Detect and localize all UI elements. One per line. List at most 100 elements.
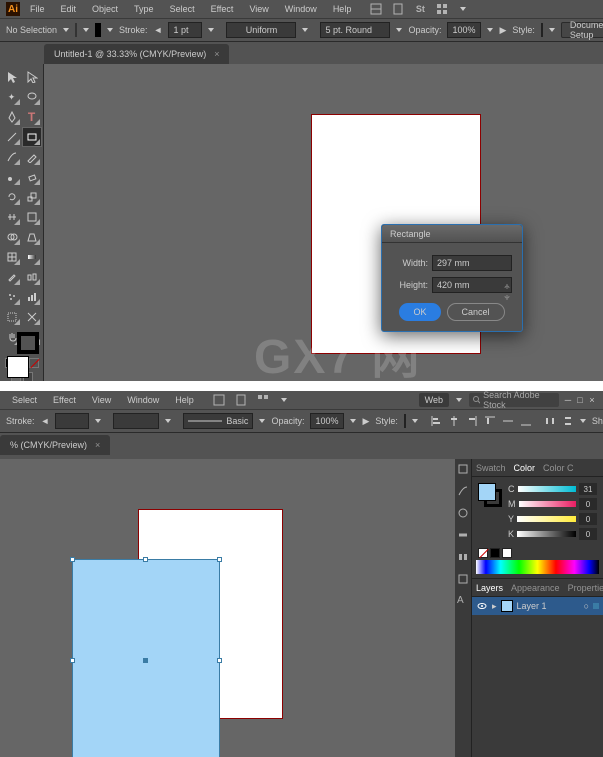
stroke-dropdown-icon[interactable] — [107, 23, 113, 37]
m-value[interactable]: 0 — [579, 498, 597, 510]
center-handle[interactable] — [143, 658, 148, 663]
layout-icon[interactable] — [212, 393, 226, 407]
profile-select[interactable] — [113, 413, 159, 429]
k-slider[interactable] — [517, 531, 576, 537]
menu-view[interactable]: View — [243, 2, 274, 16]
color-spectrum[interactable] — [476, 560, 599, 574]
menu-help[interactable]: Help — [327, 2, 358, 16]
menu-effect[interactable]: Effect — [47, 393, 82, 407]
rotate-tool-icon[interactable] — [3, 188, 21, 206]
style-swatch[interactable] — [404, 414, 406, 428]
layer-name[interactable]: Layer 1 — [517, 601, 547, 611]
stroke-weight-dropdown-icon[interactable] — [208, 23, 214, 37]
tab-layers[interactable]: Layers — [476, 583, 503, 593]
search-input[interactable]: Search Adobe Stock — [469, 393, 559, 407]
next-icon[interactable]: ▶ — [362, 413, 369, 429]
resize-handle-tl[interactable] — [70, 557, 75, 562]
brush-select[interactable]: 5 pt. Round — [320, 22, 390, 38]
opacity-input[interactable]: 100% — [310, 413, 344, 429]
dock-brushes-icon[interactable] — [457, 485, 469, 497]
dialog-title[interactable]: Rectangle — [382, 225, 522, 243]
close-tab-icon[interactable]: × — [214, 49, 219, 59]
selection-tool-icon[interactable] — [3, 68, 21, 86]
stroke-weight-input[interactable]: 1 pt — [168, 22, 202, 38]
menu-help[interactable]: Help — [169, 393, 200, 407]
tab-appearance[interactable]: Appearance — [511, 583, 560, 593]
grid-icon[interactable] — [435, 2, 449, 16]
align-bottom-icon[interactable] — [520, 413, 532, 429]
doc-icon[interactable] — [234, 393, 248, 407]
align-hcenter-icon[interactable] — [448, 413, 460, 429]
workspace-dropdown-icon[interactable] — [278, 393, 290, 407]
k-value[interactable]: 0 — [579, 528, 597, 540]
brush-dropdown-icon[interactable] — [396, 23, 402, 37]
type-tool-icon[interactable]: T — [23, 108, 41, 126]
fill-dropdown-icon[interactable] — [83, 23, 89, 37]
workspace-dropdown-icon[interactable] — [457, 2, 469, 16]
tab-color[interactable]: Color — [514, 463, 536, 473]
c-value[interactable]: 31 — [579, 483, 597, 495]
align-top-icon[interactable] — [484, 413, 496, 429]
eraser-tool-icon[interactable] — [23, 168, 41, 186]
layout-icon[interactable] — [369, 2, 383, 16]
document-setup-button[interactable]: Document Setup — [561, 22, 603, 38]
mesh-tool-icon[interactable] — [3, 248, 21, 266]
stroke-dropdown-icon[interactable] — [95, 414, 101, 428]
resize-handle-ml[interactable] — [70, 658, 75, 663]
line-tool-icon[interactable] — [3, 128, 21, 146]
document-tab[interactable]: % (CMYK/Preview) × — [0, 435, 110, 455]
constrain-link-icon[interactable] — [500, 277, 514, 307]
opacity-dropdown-icon[interactable] — [487, 23, 493, 37]
stroke-decrement-icon[interactable]: ◄ — [41, 413, 50, 429]
document-tab[interactable]: Untitled-1 @ 33.33% (CMYK/Preview) × — [44, 44, 229, 64]
free-transform-tool-icon[interactable] — [23, 208, 41, 226]
fill-stroke-indicator[interactable] — [478, 483, 502, 507]
brush-select[interactable]: Basic — [183, 413, 253, 429]
scale-tool-icon[interactable] — [23, 188, 41, 206]
none-swatch[interactable] — [478, 548, 488, 558]
opacity-dropdown-icon[interactable] — [350, 414, 356, 428]
none-mode-icon[interactable] — [29, 358, 39, 368]
canvas[interactable]: GX7 网 Rectangle Width: 297 mm Height: 42… — [44, 64, 603, 381]
tab-color-guide[interactable]: Color C — [543, 463, 574, 473]
layer-row[interactable]: ▸ Layer 1 ○ — [472, 597, 603, 615]
lasso-tool-icon[interactable] — [23, 88, 41, 106]
align-left-icon[interactable] — [430, 413, 442, 429]
menu-type[interactable]: Type — [128, 2, 160, 16]
pencil-tool-icon[interactable] — [23, 148, 41, 166]
profile-dropdown-icon[interactable] — [302, 23, 308, 37]
perspective-tool-icon[interactable] — [23, 228, 41, 246]
menu-object[interactable]: Object — [86, 2, 124, 16]
web-dropdown-icon[interactable] — [453, 393, 465, 407]
layer-expand-icon[interactable]: ▸ — [492, 601, 497, 612]
distribute-h-icon[interactable] — [544, 413, 556, 429]
artboard-tool-icon[interactable] — [3, 308, 21, 326]
text-icon[interactable]: St — [413, 2, 427, 16]
close-icon[interactable]: × — [587, 395, 597, 405]
selected-rectangle[interactable] — [72, 559, 220, 757]
brush-dropdown-icon[interactable] — [259, 414, 265, 428]
black-swatch[interactable] — [490, 548, 500, 558]
stroke-swatch[interactable] — [95, 23, 101, 37]
align-dropdown-icon[interactable] — [580, 414, 586, 428]
symbol-sprayer-tool-icon[interactable] — [3, 288, 21, 306]
graphic-style-swatch[interactable] — [541, 23, 543, 37]
stroke-profile-select[interactable]: Uniform — [226, 22, 296, 38]
menu-file[interactable]: File — [24, 2, 51, 16]
stroke-decrement-icon[interactable]: ◄ — [154, 22, 163, 38]
resize-handle-tm[interactable] — [143, 557, 148, 562]
rectangle-tool-icon[interactable] — [23, 128, 41, 146]
menu-edit[interactable]: Edit — [55, 2, 83, 16]
tab-swatch[interactable]: Swatch — [476, 463, 506, 473]
gradient-tool-icon[interactable] — [23, 248, 41, 266]
canvas[interactable] — [0, 459, 455, 757]
resize-handle-tr[interactable] — [217, 557, 222, 562]
blob-brush-tool-icon[interactable] — [3, 168, 21, 186]
slice-tool-icon[interactable] — [23, 308, 41, 326]
resize-handle-mr[interactable] — [217, 658, 222, 663]
dock-align-icon[interactable] — [457, 551, 469, 563]
dock-libraries-icon[interactable] — [457, 463, 469, 475]
grid-icon[interactable] — [256, 393, 270, 407]
next-icon[interactable]: ▶ — [499, 22, 506, 38]
width-tool-icon[interactable] — [3, 208, 21, 226]
